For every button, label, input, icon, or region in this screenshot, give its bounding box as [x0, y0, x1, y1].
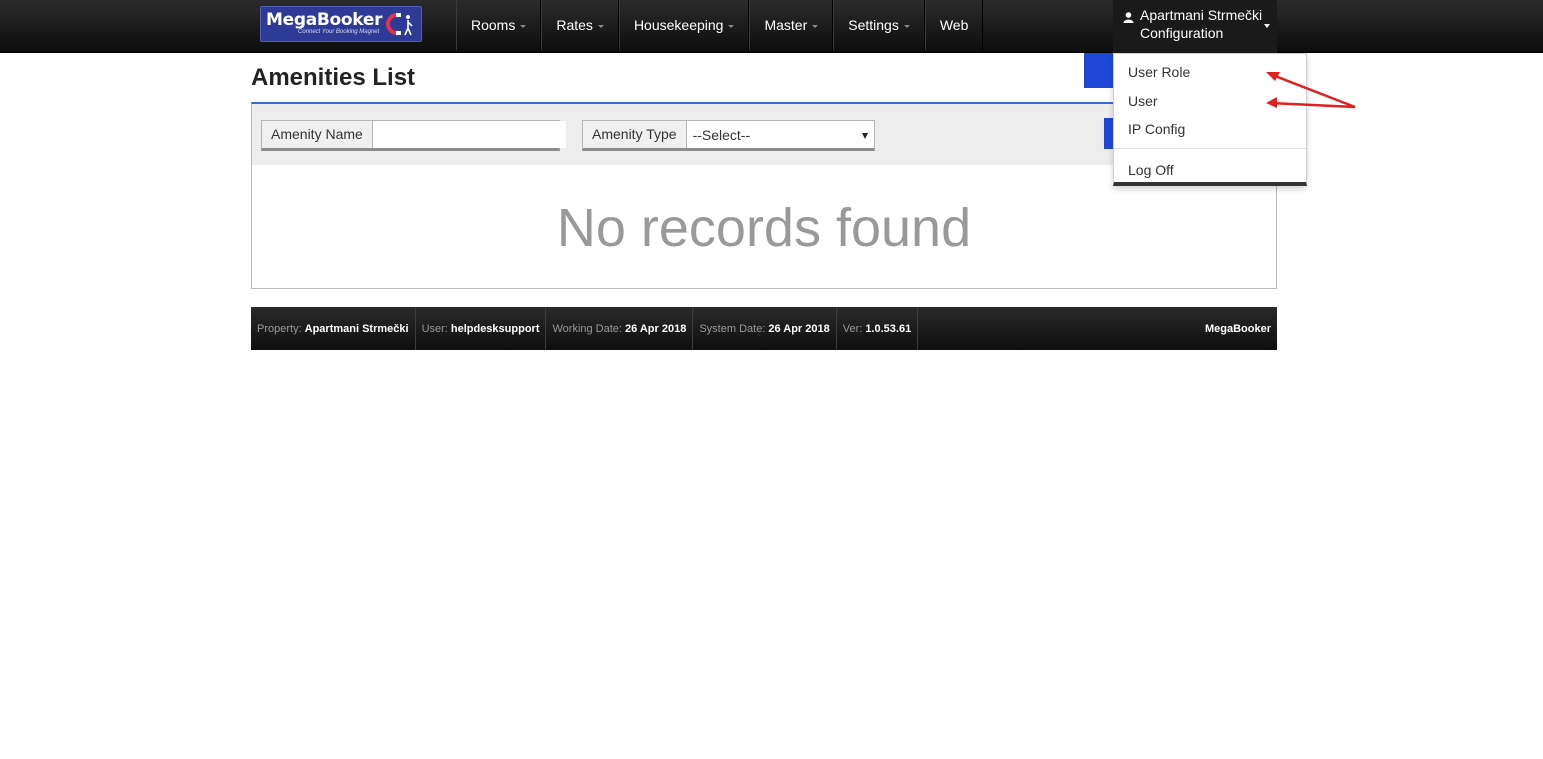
user-property-name: Apartmani Strmečki [1140, 7, 1263, 23]
status-footer: Property: Apartmani Strmečki User: helpd… [251, 307, 1277, 350]
nav-master[interactable]: Master [749, 0, 834, 50]
footer-working-date: Working Date: 26 Apr 2018 [546, 307, 694, 350]
nav-master-label: Master [764, 17, 808, 33]
chevron-down-icon [728, 25, 735, 28]
menu-item-user-role[interactable]: User Role [1128, 64, 1190, 80]
footer-user: User: helpdesksupport [416, 307, 547, 350]
footer-user-label: User: [421, 322, 448, 335]
amenity-type-selected: --Select-- [692, 127, 751, 143]
footer-version-label: Ver: [842, 322, 863, 335]
chevron-down-icon [520, 25, 527, 28]
annotation-arrows [1266, 72, 1356, 109]
nav-web[interactable]: Web [924, 0, 984, 50]
footer-version-value: 1.0.53.61 [865, 322, 912, 335]
footer-system-date: System Date: 26 Apr 2018 [693, 307, 837, 350]
footer-user-value: helpdesksupport [450, 322, 540, 335]
caret-down-icon [1264, 24, 1270, 28]
magnet-icon [386, 13, 413, 36]
footer-working-date-label: Working Date: [552, 322, 622, 335]
footer-working-date-value: 26 Apr 2018 [624, 322, 687, 335]
page-title: Amenities List [251, 64, 416, 91]
amenity-type-select[interactable]: --Select-- [686, 121, 874, 148]
megabooker-logo[interactable]: MegaBooker Connect Your Booking Magnet [260, 6, 422, 42]
footer-version: Ver: 1.0.53.61 [837, 307, 919, 350]
add-amenity-button[interactable] [1084, 53, 1114, 88]
user-section-name: Configuration [1140, 25, 1224, 41]
user-icon [1123, 12, 1134, 23]
amenity-name-label: Amenity Name [262, 121, 373, 148]
nav-rooms[interactable]: Rooms [456, 0, 542, 50]
chevron-down-icon [812, 25, 819, 28]
top-navbar: MegaBooker Connect Your Booking Magnet R… [0, 0, 1543, 53]
footer-brand: MegaBooker [1204, 322, 1271, 335]
footer-system-date-value: 26 Apr 2018 [768, 322, 830, 335]
footer-system-date-label: System Date: [699, 322, 766, 335]
logo-tagline: Connect Your Booking Magnet [298, 29, 380, 35]
footer-property-value: Apartmani Strmečki [304, 322, 409, 335]
menu-item-log-off[interactable]: Log Off [1128, 162, 1174, 178]
nav-web-label: Web [939, 17, 969, 33]
empty-state-message: No records found [556, 198, 972, 258]
amenity-name-input[interactable] [372, 121, 566, 148]
nav-housekeeping[interactable]: Housekeeping [618, 0, 750, 50]
chevron-down-icon [903, 25, 910, 28]
amenity-type-field: Amenity Type --Select-- [582, 120, 875, 151]
chevron-down-icon [597, 25, 604, 28]
user-menu-toggle[interactable]: Apartmani Strmečki Configuration [1113, 0, 1277, 53]
nav-settings[interactable]: Settings [833, 0, 925, 50]
main-nav: Rooms Rates Housekeeping Master Settings… [456, 0, 984, 53]
menu-item-user[interactable]: User [1128, 93, 1158, 109]
dropdown-arrow-icon [862, 133, 868, 139]
amenity-name-field: Amenity Name [261, 120, 566, 151]
nav-rates[interactable]: Rates [541, 0, 619, 50]
annotation-arrow-user-role [1266, 72, 1356, 109]
amenity-type-label: Amenity Type [583, 121, 687, 148]
nav-settings-label: Settings [848, 17, 899, 33]
footer-property-label: Property: [257, 322, 302, 335]
logo-text: MegaBooker [266, 10, 383, 30]
menu-item-ip-config[interactable]: IP Config [1128, 121, 1185, 137]
nav-rates-label: Rates [556, 17, 593, 33]
footer-property: Property: Apartmani Strmečki [251, 307, 416, 350]
nav-housekeeping-label: Housekeeping [633, 17, 724, 33]
nav-rooms-label: Rooms [471, 17, 516, 33]
menu-divider [1114, 148, 1306, 149]
